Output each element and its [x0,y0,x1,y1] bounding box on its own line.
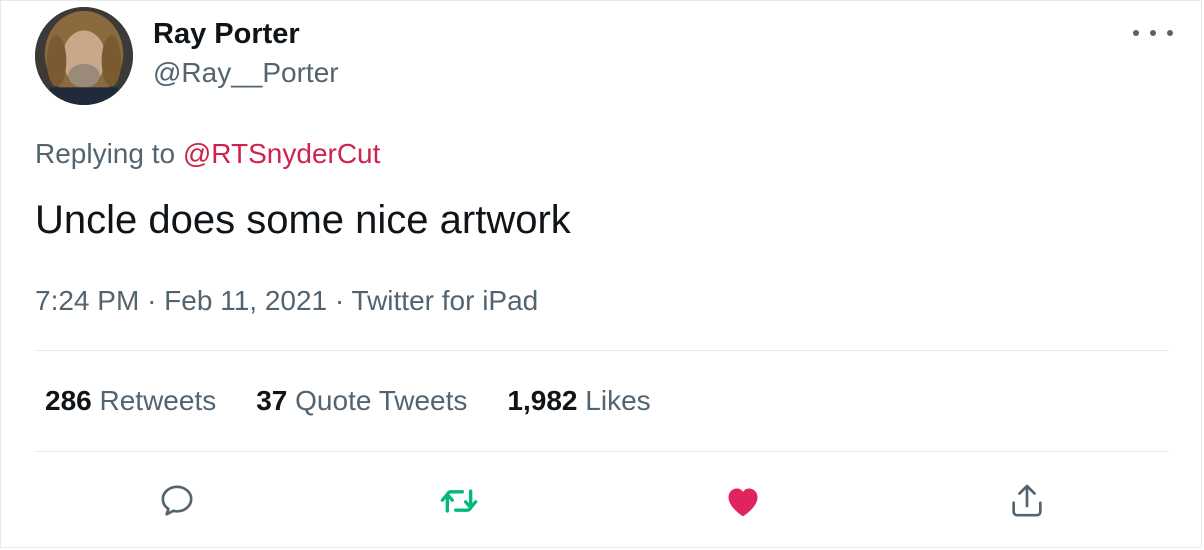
likes-stat[interactable]: 1,982 Likes [507,385,650,417]
quote-tweets-stat[interactable]: 37 Quote Tweets [256,385,467,417]
reply-mention-link[interactable]: @RTSnyderCut [183,138,381,169]
stat-label: Quote Tweets [295,385,468,416]
divider [35,350,1169,351]
tweet-time[interactable]: 7:24 PM [35,285,139,316]
retweet-button[interactable] [437,479,481,523]
stat-count: 286 [45,385,92,416]
action-bar [1,471,1204,531]
share-icon [1012,484,1042,517]
meta-separator: · [334,285,345,316]
tweet-text: Uncle does some nice artwork [35,198,571,242]
tweet-meta: 7:24 PM · Feb 11, 2021 · Twitter for iPa… [35,285,538,317]
meta-separator: · [147,285,157,316]
tweet-card: Ray Porter @Ray__Porter Replying to @RTS… [0,0,1202,548]
stat-count: 37 [256,385,288,416]
reply-context: Replying to @RTSnyderCut [35,138,380,170]
more-icon[interactable] [1133,21,1173,45]
avatar[interactable] [35,7,133,105]
tweet-date[interactable]: Feb 11, 2021 [164,285,327,316]
retweet-icon [440,489,478,513]
share-button[interactable] [1005,479,1049,523]
reply-icon [161,485,193,516]
like-heart-icon [728,488,758,517]
stat-label: Retweets [99,385,217,416]
user-handle[interactable]: @Ray__Porter [153,57,339,89]
more-dot [1167,30,1173,36]
avatar-image [35,7,133,105]
divider [35,451,1169,452]
retweets-stat[interactable]: 286 Retweets [45,385,216,417]
display-name[interactable]: Ray Porter [153,18,300,51]
more-dot [1150,30,1156,36]
reply-prefix: Replying to [35,138,176,169]
reply-button[interactable] [155,479,199,523]
engagement-stats: 286 Retweets 37 Quote Tweets 1,982 Likes [45,385,651,417]
tweet-source[interactable]: Twitter for iPad [352,285,539,316]
like-button[interactable] [721,479,765,523]
stat-label: Likes [585,385,651,416]
more-dot [1133,30,1139,36]
stat-count: 1,982 [507,385,578,416]
